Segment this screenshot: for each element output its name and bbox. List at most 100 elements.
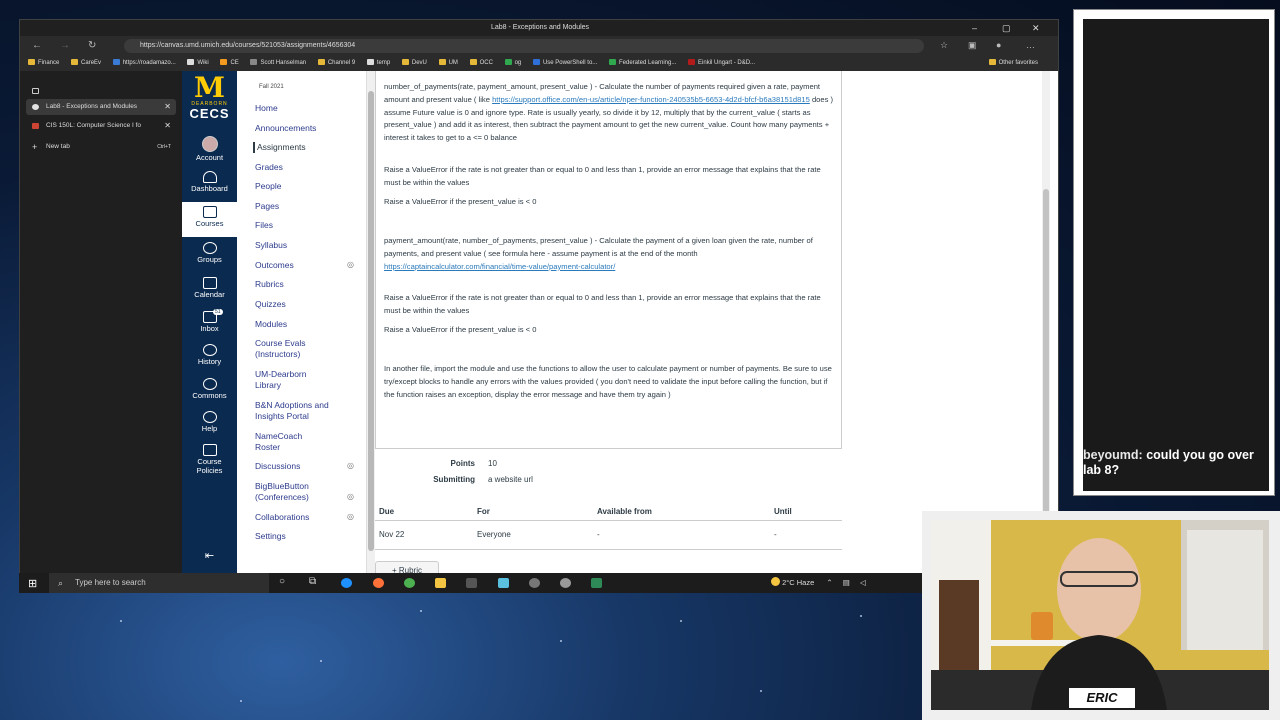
course-nav-outcomes[interactable]: Outcomes	[255, 260, 355, 271]
nav-label: Account	[195, 153, 224, 162]
nav-groups[interactable]: Groups	[182, 242, 237, 264]
favorite-item[interactable]: CE	[220, 56, 239, 71]
favorite-item[interactable]: https://roadamazo...	[112, 56, 176, 71]
favorite-item[interactable]: temp	[366, 56, 390, 71]
favorite-item[interactable]: UM	[438, 56, 458, 71]
tab-lab8[interactable]: Lab8 - Exceptions and Modules ✕	[26, 99, 176, 115]
nav-account[interactable]: Account	[182, 136, 237, 162]
favorite-item[interactable]: DevU	[401, 56, 427, 71]
star	[240, 700, 242, 702]
star	[680, 620, 682, 622]
course-nav-home[interactable]: Home	[255, 103, 355, 114]
cortana-icon[interactable]: ○	[279, 576, 285, 587]
profile-icon[interactable]: ●	[996, 40, 1001, 50]
points-label: Points	[450, 459, 475, 468]
close-icon[interactable]: ✕	[1032, 20, 1040, 36]
favorite-item[interactable]: Einkil Ungart - D&D...	[688, 56, 755, 71]
task-view-icon[interactable]: ⧉	[309, 576, 316, 587]
weather-text[interactable]: 2°C Haze	[782, 578, 814, 587]
volume-icon[interactable]: ◁	[860, 578, 866, 587]
streamer-name-tag: ERIC	[1069, 688, 1135, 708]
forward-icon[interactable]: →	[60, 40, 70, 51]
nav-help[interactable]: Help	[182, 411, 237, 433]
course-nav-rubrics[interactable]: Rubrics	[255, 279, 355, 290]
tab-cis150[interactable]: CIS 150L: Computer Science I fo ✕	[26, 118, 176, 134]
favorite-item[interactable]: og	[504, 56, 521, 71]
nav-commons[interactable]: Commons	[182, 378, 237, 400]
description-paragraph: In another file, import the module and u…	[384, 364, 832, 399]
file-explorer-icon[interactable]	[435, 578, 446, 588]
course-nav-course-evals[interactable]: Course Evals (Instructors)	[255, 338, 345, 360]
nav-label: Course Policies	[196, 457, 223, 475]
close-tab-icon[interactable]: ✕	[164, 118, 171, 134]
app-icon[interactable]	[498, 578, 509, 588]
scroll-thumb[interactable]	[1043, 189, 1049, 559]
nper-link[interactable]: https://support.office.com/en-us/article…	[492, 95, 810, 104]
taskbar-search[interactable]: ⌕ Type here to search	[49, 573, 269, 593]
tray-chevron-icon[interactable]: ⌃	[826, 578, 832, 587]
minimize-icon[interactable]: –	[972, 20, 977, 36]
favorite-item[interactable]: Wiki	[187, 56, 209, 71]
nav-inbox[interactable]: 51 Inbox	[182, 309, 237, 333]
course-nav-pages[interactable]: Pages	[255, 201, 355, 212]
address-input[interactable]: https://canvas.umd.umich.edu/courses/521…	[124, 39, 924, 53]
course-nav-announcements[interactable]: Announcements	[255, 123, 355, 134]
course-nav-bigbluebutton[interactable]: BigBlueButton (Conferences)	[255, 481, 335, 503]
firefox-icon[interactable]	[373, 578, 384, 588]
back-icon[interactable]: ←	[32, 40, 42, 51]
other-favorites[interactable]: Other favorites	[988, 56, 1038, 71]
close-tab-icon[interactable]: ✕	[164, 99, 171, 115]
course-nav-people[interactable]: People	[255, 181, 355, 192]
groups-icon	[202, 242, 217, 254]
nav-courses[interactable]: Courses	[182, 202, 237, 237]
course-nav-settings[interactable]: Settings	[255, 531, 355, 542]
course-nav-files[interactable]: Files	[255, 220, 355, 231]
logo-cecs: CECS	[189, 106, 230, 121]
history-icon	[202, 344, 217, 356]
scroll-thumb[interactable]	[368, 91, 374, 551]
payment-calculator-link[interactable]: https://captaincalculator.com/financial/…	[384, 262, 615, 271]
network-icon[interactable]: ▤	[843, 578, 850, 587]
favorite-item[interactable]: Federated Learning...	[608, 56, 676, 71]
edge-icon[interactable]	[341, 578, 352, 588]
chrome-icon[interactable]	[404, 578, 415, 588]
collapse-nav-icon[interactable]: ⇤	[182, 549, 237, 562]
more-menu-icon[interactable]: …	[1026, 40, 1035, 50]
nav-dashboard[interactable]: Dashboard	[182, 171, 237, 193]
maximize-icon[interactable]: ▢	[1002, 20, 1011, 36]
submitting-value: a website url	[488, 475, 533, 484]
course-nav-assignments[interactable]: Assignments	[253, 142, 353, 153]
nav-calendar[interactable]: Calendar	[182, 277, 237, 299]
nav-history[interactable]: History	[182, 344, 237, 366]
favorite-star-icon[interactable]: ☆	[940, 40, 948, 51]
course-nav-bn-adoptions[interactable]: B&N Adoptions and Insights Portal	[255, 400, 345, 422]
windows-start-icon[interactable]: ⊞	[28, 577, 37, 590]
app-icon[interactable]	[591, 578, 602, 588]
course-nav-library[interactable]: UM-Dearborn Library	[255, 369, 333, 391]
favorite-item[interactable]: OCC	[469, 56, 493, 71]
favorite-item[interactable]: Finance	[28, 56, 59, 71]
umd-cecs-logo[interactable]: M DEARBORN CECS	[182, 74, 237, 127]
course-nav-discussions[interactable]: Discussions	[255, 461, 355, 472]
hidden-eye-icon: ◎	[347, 512, 354, 521]
course-nav-collaborations[interactable]: Collaborations	[255, 512, 355, 523]
course-nav-namecoach[interactable]: NameCoach Roster	[255, 431, 325, 453]
obs-icon[interactable]	[529, 578, 540, 588]
favorite-item[interactable]: Scott Hanselman	[250, 56, 306, 71]
tab-new[interactable]: + New tab Ctrl+T	[26, 139, 176, 155]
collections-icon[interactable]: ▣	[968, 40, 977, 51]
favorite-item[interactable]: Use PowerShell to...	[532, 56, 597, 71]
favorite-item[interactable]: CareEv	[71, 56, 101, 71]
course-nav-quizzes[interactable]: Quizzes	[255, 299, 355, 310]
page-scrollbar[interactable]	[1042, 71, 1050, 576]
course-nav-scrollbar[interactable]	[367, 71, 375, 576]
course-nav-grades[interactable]: Grades	[255, 162, 355, 173]
course-nav-modules[interactable]: Modules	[255, 319, 355, 330]
favorite-item[interactable]: Channel 9	[317, 56, 355, 71]
nav-course-policies[interactable]: Course Policies	[182, 444, 237, 475]
refresh-icon[interactable]: ↻	[88, 40, 96, 51]
app-icon[interactable]	[560, 578, 571, 588]
tab-actions[interactable]	[26, 83, 176, 99]
course-nav-syllabus[interactable]: Syllabus	[255, 240, 355, 251]
terminal-icon[interactable]	[466, 578, 477, 588]
